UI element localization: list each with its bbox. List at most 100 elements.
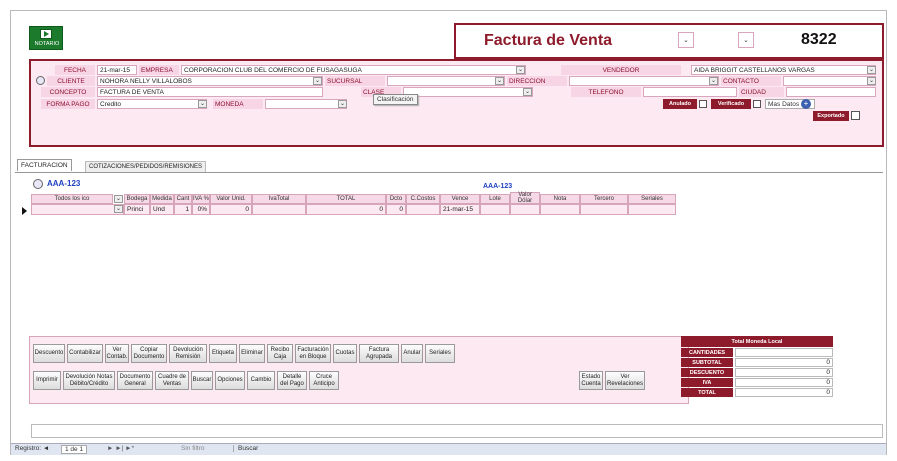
cliente-field[interactable]: NOHORA NELLY VILLALOBOS bbox=[97, 76, 323, 86]
direccion-field[interactable] bbox=[569, 76, 719, 86]
clase-dropdown[interactable]: ⌄ bbox=[523, 88, 532, 96]
totals-value-cantidades bbox=[735, 348, 833, 357]
moneda-dropdown[interactable]: ⌄ bbox=[338, 100, 347, 108]
vendedor-field[interactable]: AIDA BRIGGIT CASTELLANOS VARGAS bbox=[691, 65, 876, 75]
direccion-label: DIRECCION bbox=[507, 76, 567, 86]
cell-item[interactable] bbox=[31, 204, 124, 215]
cell-valor-dolar[interactable] bbox=[510, 204, 540, 215]
cell-nota[interactable] bbox=[540, 204, 580, 215]
empresa-dropdown[interactable]: ⌄ bbox=[516, 66, 525, 74]
col-header-bodega: Bodega bbox=[124, 194, 150, 204]
cliente-dropdown[interactable]: ⌄ bbox=[313, 77, 322, 85]
col-header-ivatotal: IvaTotal bbox=[252, 194, 306, 204]
cell-valor-unid[interactable]: 0 bbox=[210, 204, 252, 215]
concepto-field[interactable]: FACTURA DE VENTA bbox=[97, 87, 323, 97]
prefix-select[interactable]: ⌄ bbox=[738, 32, 754, 48]
action-imprimir[interactable]: Imprimir bbox=[33, 371, 61, 390]
record-position[interactable]: 1 de 1 bbox=[61, 445, 88, 454]
totals-value-descuento: 0 bbox=[735, 368, 833, 377]
cell-seriales[interactable] bbox=[628, 204, 676, 215]
action-facturaci-n-en-bloque[interactable]: Facturación en Bloque bbox=[295, 344, 331, 363]
fecha-field[interactable]: 21-mar-15 bbox=[97, 65, 137, 75]
row-selector-icon[interactable] bbox=[22, 207, 27, 215]
concepto-label: CONCEPTO bbox=[41, 87, 95, 97]
cell-bodega[interactable]: Princi bbox=[124, 204, 150, 215]
cell-item-dropdown[interactable]: ⌄ bbox=[114, 205, 123, 213]
forma-pago-label: FORMA PAGO bbox=[41, 99, 95, 109]
action-cambio[interactable]: Cambio bbox=[247, 371, 275, 390]
cell-dcto[interactable]: 0 bbox=[386, 204, 406, 215]
page-title: Factura de Venta bbox=[484, 32, 613, 49]
action-seriales[interactable]: Seriales bbox=[425, 344, 455, 363]
action-estado-cuenta[interactable]: Estado Cuenta bbox=[579, 371, 603, 390]
action-opciones[interactable]: Opciones bbox=[215, 371, 245, 390]
cell-lote[interactable] bbox=[480, 204, 510, 215]
action-devoluci-n-notas-d-bito-cr-dito[interactable]: Devolución Notas Débito/Crédito bbox=[63, 371, 115, 390]
totals-label-descuento: DESCUENTO bbox=[681, 368, 733, 377]
clasificacion-tooltip: Clasificación bbox=[373, 94, 418, 105]
col-header-vence: Vence bbox=[440, 194, 480, 204]
action-cuadre-de-ventas[interactable]: Cuadre de Ventas bbox=[155, 371, 189, 390]
action-factura-agrupada[interactable]: Factura Agrupada bbox=[359, 344, 399, 363]
forma-pago-field[interactable]: Credito bbox=[97, 99, 207, 109]
cell-cant[interactable]: 1 bbox=[174, 204, 192, 215]
col-header-valor-unid: Valor Unid. bbox=[210, 194, 252, 204]
col-header-item: Todos los ico bbox=[31, 194, 113, 204]
ciudad-field[interactable] bbox=[786, 87, 876, 97]
search-icon[interactable] bbox=[36, 76, 45, 85]
filter-status[interactable]: Sin filtro bbox=[181, 445, 204, 452]
action-eliminar[interactable]: Eliminar bbox=[239, 344, 265, 363]
telefono-field[interactable] bbox=[643, 87, 737, 97]
anulado-checkbox[interactable] bbox=[699, 100, 707, 108]
action-buscar[interactable]: Buscar bbox=[191, 371, 213, 390]
action-recibo-caja[interactable]: Recibo Caja bbox=[267, 344, 293, 363]
col-item-dropdown[interactable]: ⌄ bbox=[114, 195, 123, 203]
sucursal-label: SUCURSAL bbox=[325, 76, 385, 86]
action-etiqueta[interactable]: Etiqueta bbox=[209, 344, 237, 363]
sucursal-dropdown[interactable]: ⌄ bbox=[495, 77, 504, 85]
cell-ccostos[interactable] bbox=[406, 204, 440, 215]
totals-value-subtotal: 0 bbox=[735, 358, 833, 367]
action-cruce-anticipo[interactable]: Cruce Anticipo bbox=[309, 371, 339, 390]
moneda-field[interactable] bbox=[265, 99, 347, 109]
telefono-label: TELEFONO bbox=[571, 87, 641, 97]
vendedor-dropdown[interactable]: ⌄ bbox=[867, 66, 876, 74]
action-cuotas[interactable]: Cuotas bbox=[333, 344, 357, 363]
notes-field[interactable] bbox=[31, 424, 883, 438]
action-devoluci-n-remisi-n[interactable]: Devolución Remisión bbox=[169, 344, 207, 363]
verificado-checkbox[interactable] bbox=[753, 100, 761, 108]
exportado-checkbox[interactable] bbox=[851, 111, 860, 120]
contacto-field[interactable] bbox=[783, 76, 876, 86]
cell-tercero[interactable] bbox=[580, 204, 628, 215]
logo-icon bbox=[40, 29, 52, 39]
forma-pago-dropdown[interactable]: ⌄ bbox=[198, 100, 207, 108]
action-copiar-documento[interactable]: Copiar Documento bbox=[131, 344, 167, 363]
action-documento-general[interactable]: Documento General bbox=[117, 371, 153, 390]
action-anular[interactable]: Anular bbox=[401, 344, 423, 363]
cliente-label: CLIENTE bbox=[47, 76, 95, 86]
empresa-field[interactable]: CORPORACION CLUB DEL COMERCIO DE FUSAGAS… bbox=[181, 65, 526, 75]
clase-field[interactable] bbox=[403, 87, 533, 97]
record-label[interactable]: Registro: ◄ bbox=[15, 445, 49, 452]
cell-medida[interactable]: Und bbox=[150, 204, 174, 215]
add-icon[interactable]: + bbox=[801, 99, 811, 109]
cell-vence[interactable]: 21-mar-15 bbox=[440, 204, 480, 215]
col-header-total: TOTAL bbox=[306, 194, 386, 204]
cell-iva[interactable]: 0% bbox=[192, 204, 210, 215]
tab-facturacion[interactable]: FACTURACION bbox=[17, 159, 72, 171]
anulado-label: Anulado bbox=[663, 99, 697, 109]
header-form: FECHA 21-mar-15 EMPRESA CORPORACION CLUB… bbox=[29, 59, 884, 147]
grid-search-icon[interactable] bbox=[33, 179, 43, 189]
sucursal-field[interactable] bbox=[387, 76, 505, 86]
action-ver-revelaciones[interactable]: Ver Revelaciones bbox=[605, 371, 645, 390]
contacto-dropdown[interactable]: ⌄ bbox=[867, 77, 876, 85]
direccion-dropdown[interactable]: ⌄ bbox=[709, 77, 718, 85]
nav-search[interactable]: Buscar bbox=[233, 445, 258, 452]
record-next-icon[interactable]: ► ►| ►* bbox=[107, 445, 134, 452]
col-header-ccostos: C.Costos bbox=[406, 194, 440, 204]
action-ver-contab[interactable]: Ver Contab. bbox=[105, 344, 129, 363]
type-select[interactable]: ⌄ bbox=[678, 32, 694, 48]
action-detalle-del-pago[interactable]: Detalle del Pago bbox=[277, 371, 307, 390]
action-contabilizar[interactable]: Contabilizar bbox=[67, 344, 103, 363]
action-descuento[interactable]: Descuento bbox=[33, 344, 65, 363]
